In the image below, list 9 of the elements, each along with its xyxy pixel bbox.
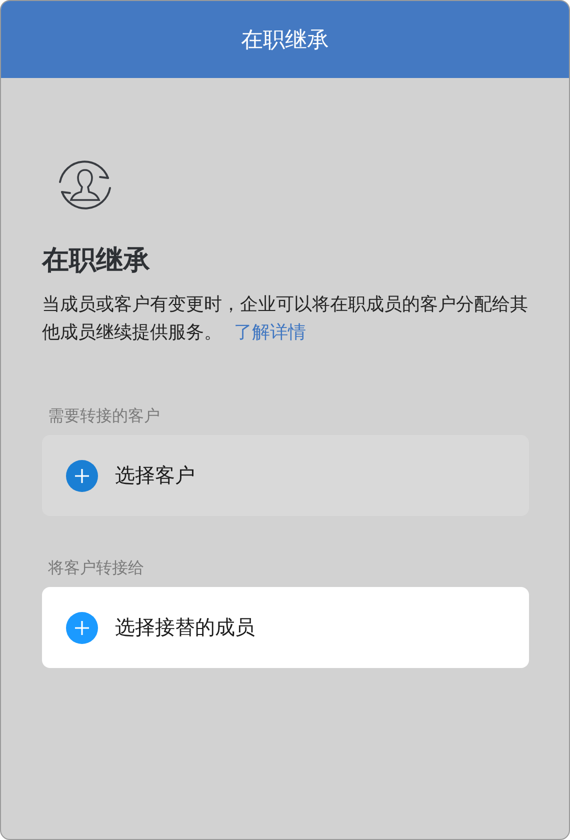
page-heading: 在职继承 (42, 244, 151, 277)
section-label: 需要转接的客户 (47, 406, 161, 427)
add-icon (66, 460, 98, 492)
description-text: 当成员或客户有变更时，企业可以将在职成员的客户分配给其他成员继续提供服务。 了解详情 (42, 293, 529, 344)
select-button[interactable]: 选择接替的成员 (42, 587, 529, 668)
select-button[interactable]: 选择客户 (42, 435, 529, 516)
section-label: 将客户转接给 (47, 558, 145, 579)
add-icon (66, 612, 98, 644)
window-title: 在职继承 (241, 26, 329, 54)
